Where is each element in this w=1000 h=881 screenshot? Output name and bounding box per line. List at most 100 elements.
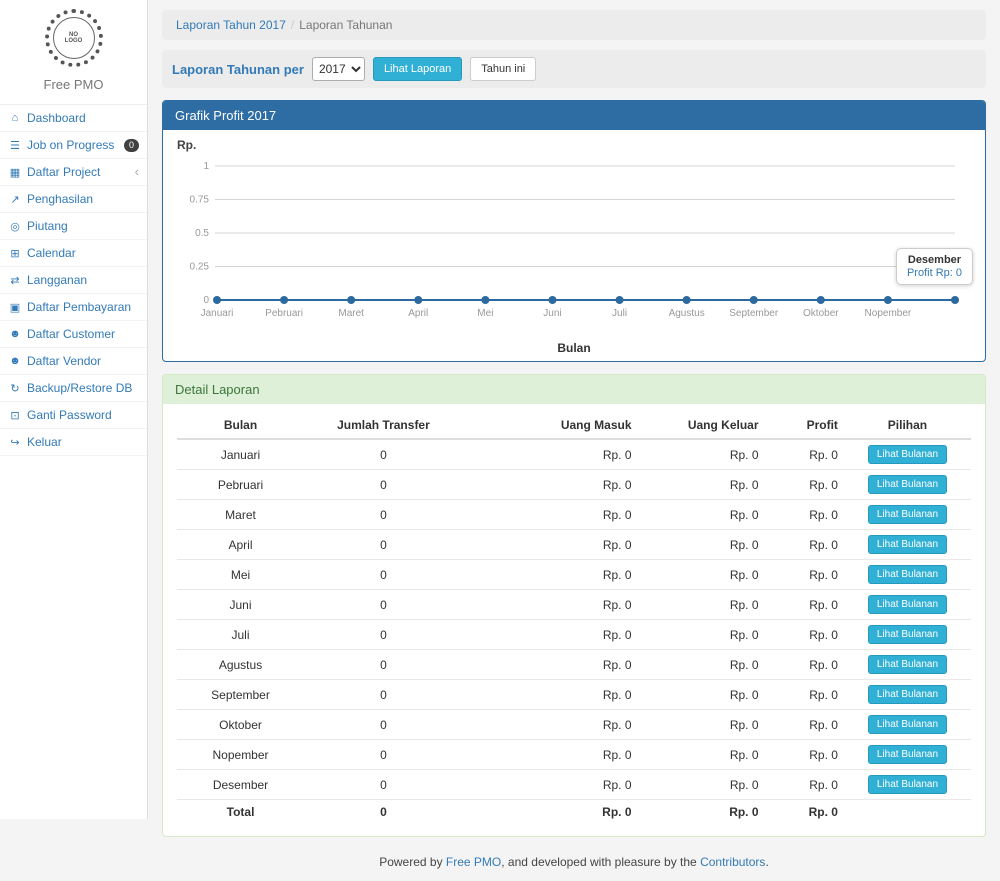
chart-panel-title: Grafik Profit 2017 [163,101,985,130]
data-point-4[interactable] [481,296,489,304]
sidebar-item-daftar-project[interactable]: ▦Daftar Project‹ [0,159,147,186]
cell: Pebruari [177,470,304,500]
y-tick-label: 1 [203,161,209,172]
cell: Maret [177,500,304,530]
y-tick-label: 0.75 [190,195,210,206]
table-row: Nopember0Rp. 0Rp. 0Rp. 0Lihat Bulanan [177,740,971,770]
data-point-0[interactable] [213,296,221,304]
cell: Rp. 0 [638,530,765,560]
lihat-bulanan-button[interactable]: Lihat Bulanan [868,445,947,464]
table-row: Januari0Rp. 0Rp. 0Rp. 0Lihat Bulanan [177,439,971,470]
lihat-bulanan-button[interactable]: Lihat Bulanan [868,535,947,554]
keluar-icon: ↪ [8,436,22,449]
year-select[interactable]: 2017 [312,57,365,81]
sidebar-item-label: Daftar Vendor [27,354,101,368]
cell: Rp. 0 [463,500,638,530]
cell: Rp. 0 [638,710,765,740]
x-tick-label: Maret [338,308,364,319]
cell: Rp. 0 [765,620,844,650]
sidebar-item-calendar[interactable]: ⊞Calendar [0,240,147,267]
langganan-icon: ⇄ [8,274,22,287]
sidebar-item-label: Calendar [27,246,76,260]
lihat-bulanan-button[interactable]: Lihat Bulanan [868,655,947,674]
action-cell: Lihat Bulanan [844,530,971,560]
y-tick-label: 0.25 [190,262,210,273]
lihat-laporan-button[interactable]: Lihat Laporan [373,57,462,81]
x-tick-label: Agustus [669,308,705,319]
lihat-bulanan-button[interactable]: Lihat Bulanan [868,565,947,584]
tooltip-month: Desember [907,254,962,266]
sidebar-item-daftar-customer[interactable]: ☻Daftar Customer [0,321,147,348]
cell: 0 [304,710,463,740]
cell: Agustus [177,650,304,680]
data-point-11[interactable] [951,296,959,304]
data-point-9[interactable] [817,296,825,304]
x-axis-title: Bulan [177,341,971,355]
data-point-2[interactable] [347,296,355,304]
data-point-3[interactable] [414,296,422,304]
table-row: Desember0Rp. 0Rp. 0Rp. 0Lihat Bulanan [177,770,971,800]
table-row: Mei0Rp. 0Rp. 0Rp. 0Lihat Bulanan [177,560,971,590]
cell: Rp. 0 [765,650,844,680]
data-point-10[interactable] [884,296,892,304]
detail-panel-body: BulanJumlah TransferUang MasukUang Kelua… [163,404,985,836]
profit-chart-svg: 00.250.50.751JanuariPebruariMaretAprilMe… [177,154,969,338]
lihat-bulanan-button[interactable]: Lihat Bulanan [868,475,947,494]
y-tick-label: 0.5 [195,228,209,239]
sidebar-item-daftar-pembayaran[interactable]: ▣Daftar Pembayaran [0,294,147,321]
cell: 0 [304,530,463,560]
breadcrumb-separator: / [286,18,299,32]
x-tick-label: Juni [543,308,561,319]
data-point-1[interactable] [280,296,288,304]
breadcrumb-link[interactable]: Laporan Tahun 2017 [176,18,286,32]
sidebar-item-job-on-progress[interactable]: ☰Job on Progress0 [0,132,147,159]
filter-label: Laporan Tahunan per [172,62,304,77]
cell: Rp. 0 [765,500,844,530]
sidebar-item-langganan[interactable]: ⇄Langganan [0,267,147,294]
sidebar-item-dashboard[interactable]: ⌂Dashboard [0,105,147,132]
footer-text-3: . [765,855,768,869]
action-cell: Lihat Bulanan [844,620,971,650]
cell: 0 [304,560,463,590]
sidebar-item-backup-restore-db[interactable]: ↻Backup/Restore DB [0,375,147,402]
chart-area: Rp. 00.250.50.751JanuariPebruariMaretApr… [163,130,985,361]
cell: Rp. 0 [463,620,638,650]
lihat-bulanan-button[interactable]: Lihat Bulanan [868,745,947,764]
sidebar-item-ganti-password[interactable]: ⊡Ganti Password [0,402,147,429]
cell: Nopember [177,740,304,770]
data-point-8[interactable] [750,296,758,304]
lihat-bulanan-button[interactable]: Lihat Bulanan [868,625,947,644]
data-point-6[interactable] [616,296,624,304]
cell: 0 [304,620,463,650]
daftar-project-icon: ▦ [8,166,22,179]
data-point-7[interactable] [683,296,691,304]
cell: Juni [177,590,304,620]
cell: April [177,530,304,560]
piutang-icon: ◎ [8,220,22,233]
lihat-bulanan-button[interactable]: Lihat Bulanan [868,775,947,794]
lihat-bulanan-button[interactable]: Lihat Bulanan [868,685,947,704]
column-header: Bulan [177,412,304,439]
cell: Rp. 0 [463,710,638,740]
cell: 0 [304,740,463,770]
chevron-left-icon: ‹ [135,166,139,178]
sidebar-item-keluar[interactable]: ↪Keluar [0,429,147,456]
lihat-bulanan-button[interactable]: Lihat Bulanan [868,595,947,614]
job-on-progress-icon: ☰ [8,139,22,152]
sidebar-item-daftar-vendor[interactable]: ☻Daftar Vendor [0,348,147,375]
cell: 0 [304,500,463,530]
cell: Rp. 0 [463,650,638,680]
sidebar-item-penghasilan[interactable]: ↗Penghasilan [0,186,147,213]
total-row: Total0Rp. 0Rp. 0Rp. 0 [177,800,971,825]
tahun-ini-button[interactable]: Tahun ini [470,57,536,81]
footer-text-2: , and developed with pleasure by the [501,855,700,869]
sidebar-item-piutang[interactable]: ◎Piutang [0,213,147,240]
footer-link-contributors[interactable]: Contributors [700,855,765,869]
lihat-bulanan-button[interactable]: Lihat Bulanan [868,505,947,524]
lihat-bulanan-button[interactable]: Lihat Bulanan [868,715,947,734]
footer-link-freepmo[interactable]: Free PMO [446,855,501,869]
detail-table: BulanJumlah TransferUang MasukUang Kelua… [177,412,971,824]
data-point-5[interactable] [548,296,556,304]
column-header: Uang Masuk [463,412,638,439]
table-header-row: BulanJumlah TransferUang MasukUang Kelua… [177,412,971,439]
